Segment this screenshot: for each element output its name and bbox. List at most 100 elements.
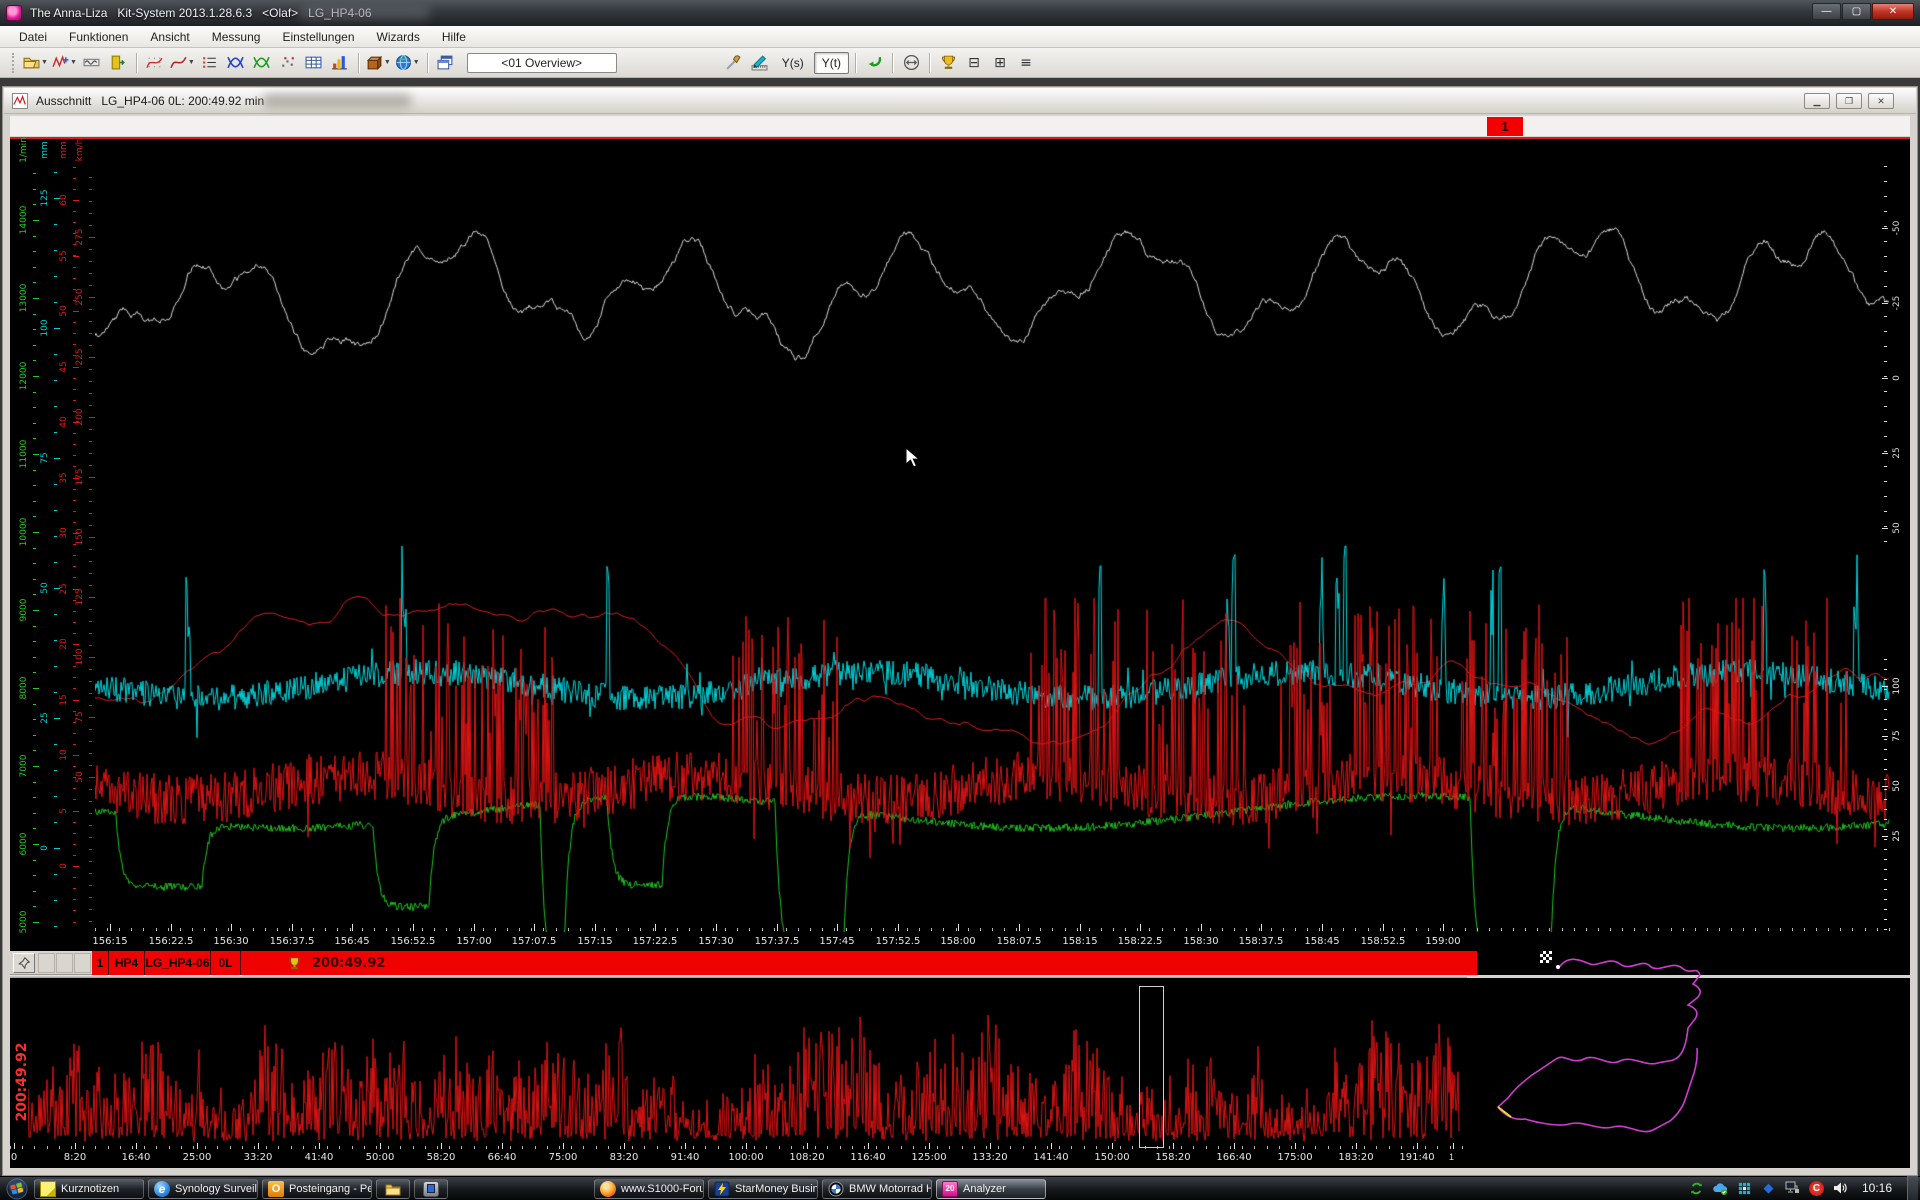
view-selector[interactable]: <01 Overview>	[467, 53, 617, 73]
axis-tick	[461, 1146, 462, 1149]
toolbar-button-histogram[interactable]	[328, 51, 352, 75]
taskbar-button-kurznotizen[interactable]: Kurznotizen	[34, 1179, 144, 1199]
toolbar-button-curve-grid[interactable]	[143, 51, 167, 75]
toolbar-button-window-cascade[interactable]	[434, 51, 458, 75]
page-tag[interactable]: 1	[1487, 117, 1523, 136]
cursor-cell-0l[interactable]: 0L	[211, 951, 241, 975]
toolbar-button-channel-list[interactable]	[198, 51, 222, 75]
axis-tick	[556, 928, 557, 931]
volume-icon[interactable]	[1832, 1180, 1849, 1197]
menu-ansicht[interactable]: Ansicht	[141, 28, 198, 46]
toolbar-button-scatter[interactable]	[276, 51, 300, 75]
x-axis-label: 158:30	[1169, 936, 1233, 947]
axis-tick	[54, 302, 57, 303]
axis-tick	[737, 928, 738, 931]
axis-tick	[33, 548, 36, 549]
main-chart-canvas[interactable]	[95, 140, 1890, 932]
axis-tick	[1884, 406, 1887, 407]
toolbar-button-datalogger[interactable]: ▼	[365, 51, 392, 75]
toolbar-button-best-lap-trophy[interactable]	[936, 51, 960, 75]
overview-x-label: 58:20	[409, 1152, 473, 1163]
toolbar-button-open[interactable]: ▼	[22, 51, 49, 75]
show-desktop-button[interactable]	[1907, 1176, 1918, 1200]
toolbar-button-align-lines[interactable]: ≡	[1014, 51, 1038, 75]
taskbar-button-bmw-motorrad-hp-r[interactable]: BMW Motorrad HP R...	[822, 1179, 932, 1199]
menu-einstellungen[interactable]: Einstellungen	[273, 28, 363, 46]
toolbar-button-section-tool[interactable]	[722, 51, 746, 75]
taskbar-clock[interactable]: 10:16	[1862, 1181, 1892, 1195]
screen: The Anna-Liza Kit-System 2013.1.28.6.3 <…	[0, 0, 1920, 1200]
sync-icon[interactable]	[1688, 1180, 1705, 1197]
axis-tick	[54, 744, 57, 745]
toolbar-button-compare-curves-blue[interactable]	[224, 51, 248, 75]
overview-canvas[interactable]	[28, 985, 1460, 1148]
overview-x-label: 50:00	[348, 1152, 412, 1163]
gem-icon[interactable]: ◆	[1760, 1180, 1777, 1197]
axis-tick	[143, 928, 144, 931]
app-maximize-button[interactable]: ▢	[1842, 3, 1871, 20]
menu-datei[interactable]: Datei	[10, 28, 56, 46]
pin-button[interactable]	[13, 953, 35, 973]
child-restore-button[interactable]: ❐	[1836, 93, 1862, 109]
toolbar-button-new-measurement[interactable]: ▼	[51, 51, 78, 75]
axis-tick	[33, 314, 36, 315]
cursor-info-bar[interactable]: 200:49.92 1HP4LG_HP4-060L	[92, 951, 1477, 975]
overview-x-label: 41:40	[287, 1152, 351, 1163]
toolbar-button-yt[interactable]: Y(t)	[814, 52, 849, 74]
axis-tick	[1622, 928, 1623, 931]
menu-wizards[interactable]: Wizards	[368, 28, 429, 46]
axis-tick	[815, 1146, 816, 1149]
taskbar-button-starmoney-business-7[interactable]: StarMoney Business 7	[708, 1179, 818, 1199]
taskbar-button-posteingang-pers[interactable]: OPosteingang - Persö...	[262, 1179, 372, 1199]
toolbar-button-wave[interactable]	[80, 51, 104, 75]
axis-tick	[89, 849, 92, 850]
toolbar-button-compare-curves-green[interactable]	[250, 51, 274, 75]
taskbar-button-analyzer[interactable]: 20Analyzer	[936, 1179, 1046, 1199]
axis-tick	[265, 928, 266, 931]
cloud-icon[interactable]	[1712, 1180, 1729, 1197]
toolbar-button-exit[interactable]	[106, 51, 130, 75]
toolbar-button-undo[interactable]	[862, 51, 886, 75]
network-icon[interactable]	[1784, 1180, 1801, 1197]
cursor-cell-1[interactable]: 1	[92, 951, 109, 975]
toolbar-button-edit-scale[interactable]	[748, 51, 772, 75]
axis-tick	[89, 741, 92, 742]
axis-tick	[33, 735, 36, 736]
remote-grid-icon[interactable]	[1736, 1180, 1753, 1197]
menu-hilfe[interactable]: Hilfe	[433, 28, 475, 46]
axis-tick	[73, 433, 76, 434]
axis-tick	[89, 549, 92, 550]
axis-tick	[1291, 1146, 1292, 1149]
axis-tick	[386, 928, 387, 931]
toolbar-button-curve[interactable]: ▼	[169, 51, 196, 75]
axis-tick	[89, 345, 92, 346]
child-close-button[interactable]: ✕	[1868, 93, 1894, 109]
menu-funktionen[interactable]: Funktionen	[60, 28, 137, 46]
app-minimize-button[interactable]: —	[1812, 3, 1841, 20]
toolbar-button-zoom-in[interactable]: ⊞	[988, 51, 1012, 75]
trophy-icon	[287, 956, 302, 971]
cursor-cell-hp4[interactable]: HP4	[109, 951, 145, 975]
taskbar-button-synology-surveillanc[interactable]: eSynology Surveillanc...	[148, 1179, 258, 1199]
toolbar-button-ys[interactable]: Y(s)	[774, 52, 812, 74]
taskbar-button-explorer-folder[interactable]	[376, 1179, 410, 1199]
cursor-cell-lg_hp4-06[interactable]: LG_HP4-06	[145, 951, 211, 975]
taskbar-button-media-device[interactable]	[414, 1179, 448, 1199]
toolbar-button-zoom-out[interactable]: ⊟	[962, 51, 986, 75]
toolbar-button-fit-width[interactable]	[899, 51, 923, 75]
axis-tick	[705, 1146, 706, 1149]
toolbar-button-online[interactable]: ▼	[394, 51, 421, 75]
track-map[interactable]	[1470, 945, 1915, 1165]
app-close-button[interactable]: ✕	[1872, 3, 1914, 20]
axis-tick	[1882, 378, 1888, 379]
axis-tick	[1101, 928, 1102, 931]
child-minimize-button[interactable]: ▁	[1804, 93, 1830, 109]
toolbar-button-table[interactable]	[302, 51, 326, 75]
taskbar-button-www-s1000-forum-d[interactable]: www.S1000-Forum.d...	[594, 1179, 704, 1199]
compare-curves-blue-icon	[227, 54, 244, 71]
start-button[interactable]	[0, 1177, 34, 1200]
security-icon[interactable]: C	[1808, 1180, 1825, 1197]
x-axis-label: 157:15	[563, 936, 627, 947]
menu-messung[interactable]: Messung	[203, 28, 270, 46]
overview-selection-box[interactable]	[1139, 986, 1164, 1148]
